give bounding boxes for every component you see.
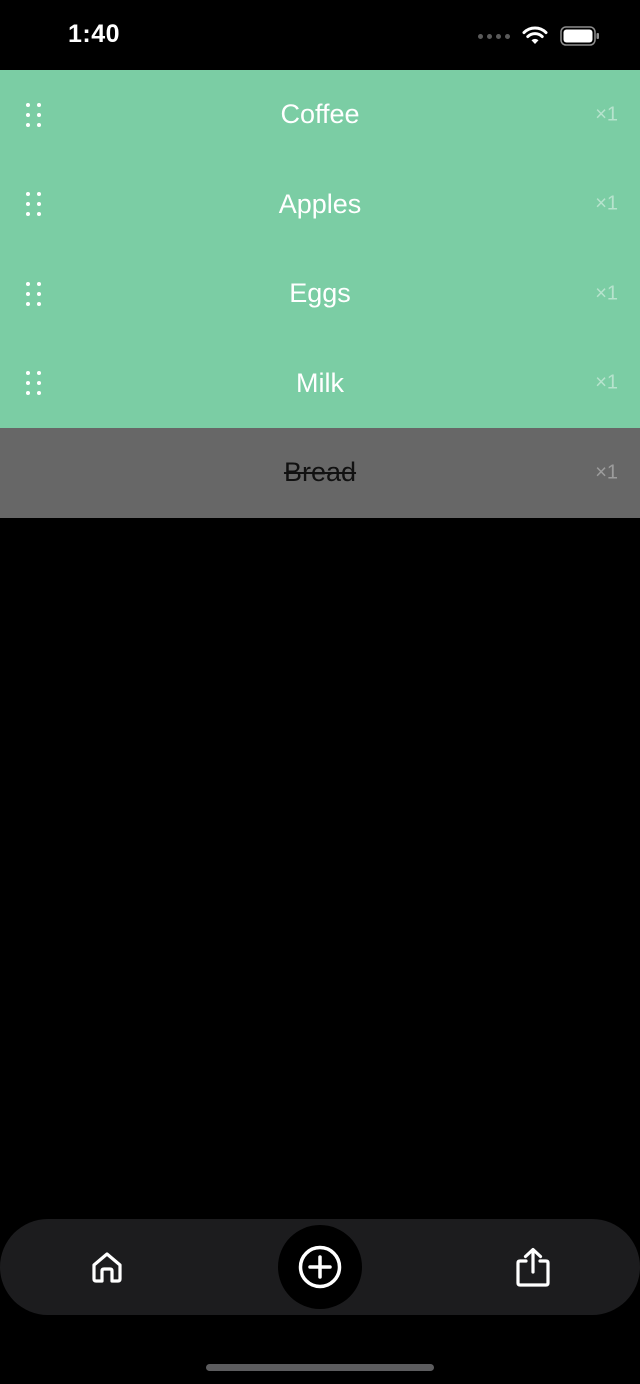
drag-handle-icon[interactable]	[26, 192, 42, 217]
status-bar: 1:40	[0, 0, 640, 70]
item-quantity: ×1	[595, 282, 618, 305]
item-quantity: ×1	[595, 103, 618, 126]
battery-icon	[560, 26, 599, 46]
item-name: Milk	[296, 367, 344, 398]
drag-handle-icon[interactable]	[26, 102, 42, 127]
item-name: Bread	[283, 457, 357, 488]
status-time: 1:40	[68, 20, 121, 48]
cellular-signal-icon	[478, 33, 510, 39]
share-icon	[516, 1247, 550, 1287]
item-quantity: ×1	[595, 192, 618, 215]
status-indicators	[478, 24, 600, 48]
share-button[interactable]	[505, 1239, 561, 1295]
add-item-button[interactable]	[278, 1225, 362, 1309]
home-icon	[92, 1252, 122, 1283]
add-circle-icon	[298, 1245, 342, 1289]
item-name: Apples	[278, 188, 362, 219]
item-quantity: ×1	[595, 461, 618, 484]
item-name: Coffee	[280, 99, 360, 130]
drag-handle-icon[interactable]	[26, 371, 42, 396]
bottom-tab-bar	[0, 1219, 640, 1315]
shopping-list: Coffee ×1 Apples ×1 Eggs ×1 Milk ×1 Brea…	[0, 70, 640, 518]
list-item[interactable]: Coffee ×1	[0, 70, 640, 160]
item-name: Eggs	[289, 278, 351, 309]
drag-handle-icon[interactable]	[26, 281, 42, 306]
list-item-completed[interactable]: Bread ×1	[0, 428, 640, 518]
list-item[interactable]: Apples ×1	[0, 159, 640, 249]
list-item[interactable]: Milk ×1	[0, 338, 640, 428]
list-item[interactable]: Eggs ×1	[0, 249, 640, 339]
home-button[interactable]	[79, 1239, 135, 1295]
home-indicator[interactable]	[206, 1364, 434, 1371]
item-quantity: ×1	[595, 371, 618, 394]
wifi-icon	[522, 26, 548, 44]
